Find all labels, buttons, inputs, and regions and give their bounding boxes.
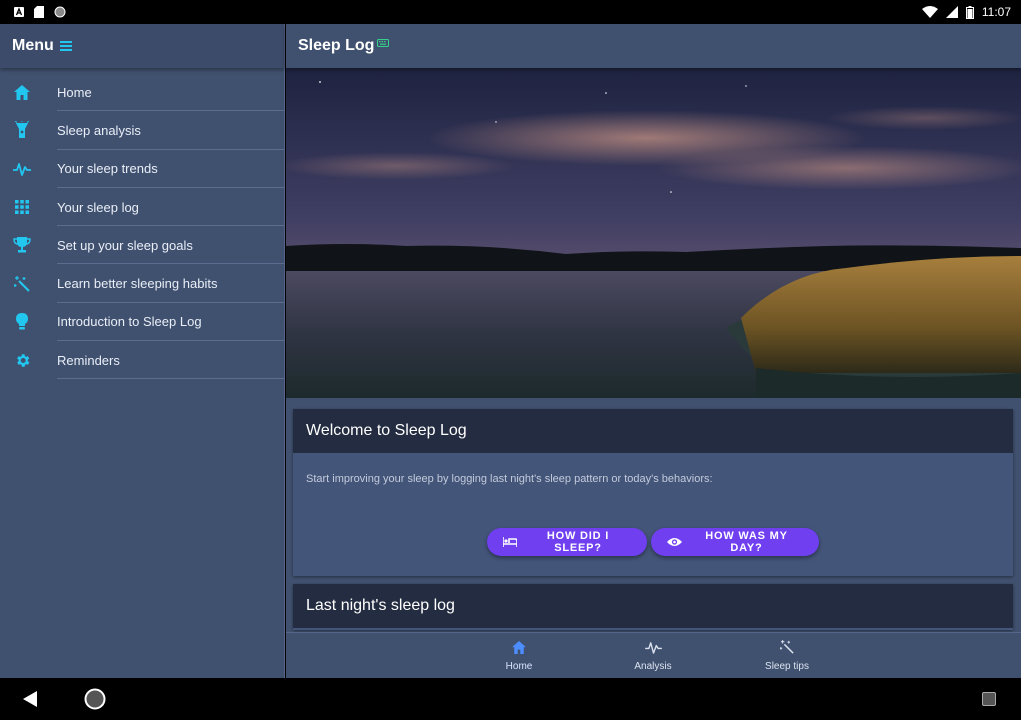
how-was-my-day-label: HOW WAS MY DAY? (705, 530, 788, 554)
grid-icon (12, 197, 32, 217)
bottom-nav-sleep-tips[interactable]: Sleep tips (742, 633, 832, 679)
magic-wand-icon (779, 640, 794, 659)
home-icon (512, 640, 526, 659)
wifi-icon (921, 6, 938, 18)
back-icon[interactable] (22, 690, 38, 713)
sidebar-item-home[interactable]: Home (0, 73, 284, 112)
app-a-icon (14, 7, 24, 17)
status-bar: 11:07 (0, 0, 1021, 24)
pulse-icon (12, 159, 32, 179)
last-night-card-title: Last night's sleep log (306, 597, 455, 614)
main-content: Sleep Log Welcome to Sleep Log Start imp… (286, 24, 1021, 678)
welcome-card: Welcome to Sleep Log Start improving you… (293, 409, 1013, 576)
home-circle-icon[interactable] (84, 688, 106, 715)
sidebar-item-sleep-analysis[interactable]: Sleep analysis (0, 111, 284, 150)
home-icon (12, 82, 32, 102)
sidebar-item-label: Learn better sleeping habits (57, 276, 218, 292)
bottom-nav-home[interactable]: Home (474, 633, 564, 679)
bottom-nav-label: Sleep tips (765, 661, 809, 672)
circle-icon (54, 6, 66, 18)
app-bar: Sleep Log (286, 24, 1021, 68)
how-did-i-sleep-label: HOW DID I SLEEP? (546, 530, 610, 554)
magic-wand-icon (12, 274, 32, 294)
how-did-i-sleep-button[interactable]: HOW DID I SLEEP? (487, 528, 647, 556)
system-navigation-bar (0, 678, 1021, 720)
sidebar-item-sleep-goals[interactable]: Set up your sleep goals (0, 226, 284, 265)
hero-image (286, 68, 1021, 398)
bottom-navigation: Home Analysis Sleep tips (286, 632, 1021, 678)
divider (57, 378, 284, 380)
landscape-image (286, 68, 1021, 398)
flashlight-icon (12, 120, 32, 140)
trophy-icon (12, 235, 32, 255)
eye-icon (667, 537, 682, 547)
sidebar-item-sleep-log[interactable]: Your sleep log (0, 188, 284, 227)
sidebar-item-reminders[interactable]: Reminders (0, 341, 284, 380)
bottom-nav-label: Analysis (634, 660, 672, 672)
signal-icon (945, 6, 958, 18)
bed-icon (503, 537, 517, 547)
bottom-nav-label: Home (505, 660, 533, 672)
welcome-card-title: Welcome to Sleep Log (306, 422, 467, 439)
recent-apps-icon[interactable] (982, 692, 996, 711)
last-night-card: Last night's sleep log (293, 584, 1013, 630)
how-was-my-day-button[interactable]: HOW WAS MY DAY? (651, 528, 819, 556)
sidebar-title: Menu (12, 37, 54, 54)
pulse-icon (644, 641, 662, 659)
sidebar-header: Menu (0, 24, 284, 68)
sidebar-item-label: Reminders (57, 352, 120, 368)
sidebar: Menu Home Sleep analysis Your sleep tren… (0, 24, 285, 678)
status-time: 11:07 (981, 5, 1011, 19)
welcome-card-header: Welcome to Sleep Log (293, 409, 1013, 453)
keyboard-icon (377, 39, 390, 47)
sd-card-icon (34, 6, 44, 18)
sidebar-item-label: Set up your sleep goals (57, 237, 193, 253)
sidebar-menu: Home Sleep analysis Your sleep trends Yo… (0, 73, 284, 380)
sidebar-item-sleep-trends[interactable]: Your sleep trends (0, 150, 284, 188)
sidebar-item-label: Introduction to Sleep Log (57, 314, 202, 330)
sidebar-item-label: Your sleep trends (57, 161, 158, 177)
page-title: Sleep Log (298, 37, 375, 54)
gear-icon (12, 350, 32, 370)
bottom-nav-analysis[interactable]: Analysis (608, 633, 698, 679)
status-left (14, 6, 66, 18)
sidebar-item-sleeping-habits[interactable]: Learn better sleeping habits (0, 264, 284, 303)
sidebar-item-label: Your sleep log (57, 199, 139, 215)
welcome-card-text: Start improving your sleep by logging la… (306, 473, 713, 485)
sidebar-item-label: Sleep analysis (57, 122, 141, 138)
status-right: 11:07 (921, 5, 1011, 19)
last-night-card-header: Last night's sleep log (293, 584, 1013, 628)
battery-icon (965, 5, 974, 19)
hamburger-menu-icon[interactable] (59, 41, 72, 51)
sidebar-item-label: Home (57, 84, 92, 100)
sidebar-item-introduction[interactable]: Introduction to Sleep Log (0, 303, 284, 342)
lightbulb-icon (12, 312, 32, 332)
